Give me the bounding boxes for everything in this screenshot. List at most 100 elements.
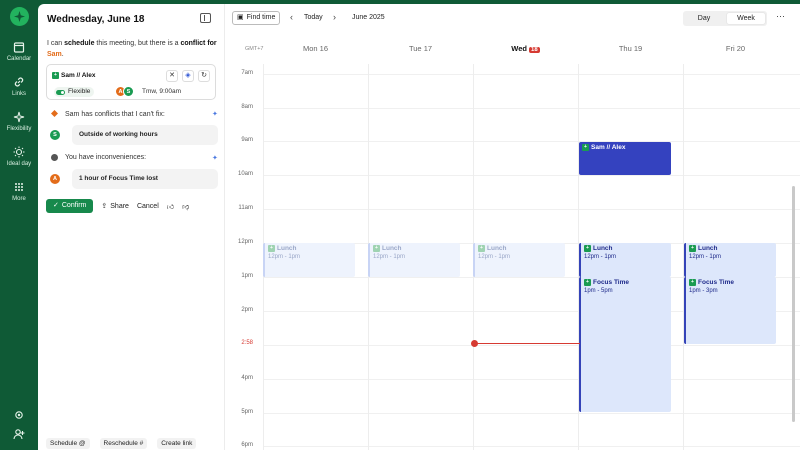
close-button[interactable]: ✕ — [166, 70, 178, 82]
rail-item-flexibility[interactable]: Flexibility — [0, 111, 38, 132]
rail-label-flexibility: Flexibility — [6, 126, 32, 132]
link-icon — [0, 76, 38, 89]
rail-item-more[interactable]: More — [0, 181, 38, 202]
sparkle-icon: ✦ — [212, 111, 218, 118]
settings-button[interactable] — [0, 409, 38, 423]
cancel-button[interactable]: Cancel — [137, 203, 159, 210]
hour-label: 12pm — [237, 239, 253, 245]
event-app-icon: + — [584, 245, 591, 252]
hour-label: 10am — [237, 171, 253, 177]
inconveniences-heading-text: You have inconveniences: — [65, 154, 147, 161]
event-app-icon: + — [373, 245, 380, 252]
day-header-wed[interactable]: Wed 18 — [473, 44, 578, 53]
intro-conflict: conflict — [180, 40, 206, 47]
prev-week-button[interactable]: ‹ — [290, 12, 293, 22]
day-header-fri[interactable]: Fri 20 — [683, 44, 788, 53]
event-app-icon: + — [478, 245, 485, 252]
hour-label: 9am — [241, 137, 253, 143]
event-lunch-tue[interactable]: + Lunch 12pm - 1pm — [368, 243, 460, 277]
intro-for: for — [205, 40, 217, 47]
day-name: Thu — [618, 44, 632, 53]
event-time: 12pm - 1pm — [268, 254, 301, 260]
next-week-button[interactable]: › — [333, 12, 336, 22]
create-link-shortcut[interactable]: Create link — [157, 438, 197, 449]
hour-label: 1pm — [241, 273, 253, 279]
day-header-mon[interactable]: Mon 16 — [263, 44, 368, 53]
refresh-button[interactable]: ↻ — [198, 70, 210, 82]
hour-label: 8am — [241, 104, 253, 110]
today-button[interactable]: Today — [304, 14, 323, 21]
grid-line — [263, 209, 800, 210]
chevron-left-icon: ‹ — [290, 12, 293, 22]
layers-button[interactable]: ◈ — [182, 70, 194, 82]
event-title: Lunch — [382, 245, 402, 252]
current-time-line — [474, 343, 580, 344]
collapse-panel-icon[interactable] — [200, 13, 211, 23]
current-month: June 2025 — [352, 14, 385, 21]
grid-line — [263, 379, 800, 380]
view-week-tab[interactable]: Week — [727, 13, 765, 24]
event-focus-time-thu[interactable]: + Focus Time 1pm - 5pm — [579, 277, 671, 412]
event-lunch-fri[interactable]: + Lunch 12pm - 1pm — [684, 243, 776, 277]
app-logo-icon[interactable] — [10, 7, 29, 26]
event-lunch-mon[interactable]: + Lunch 12pm - 1pm — [263, 243, 355, 277]
inconvenience-item[interactable]: A 1 hour of Focus Time lost — [50, 169, 220, 189]
event-title: Focus Time — [593, 279, 630, 286]
rail-item-ideal-day[interactable]: Ideal day — [0, 146, 38, 167]
grid-line — [263, 141, 800, 142]
reschedule-shortcut[interactable]: Reschedule # — [99, 438, 148, 449]
day-header-thu[interactable]: Thu 19 — [578, 44, 683, 53]
event-time: 12pm - 1pm — [584, 254, 617, 260]
avatar: S — [50, 130, 60, 140]
chevron-right-icon: › — [333, 12, 336, 22]
event-app-icon: + — [689, 279, 696, 286]
thumbs-down-button[interactable]: 👎︎ — [182, 202, 189, 211]
event-time[interactable]: Tmw, 9:00am — [142, 88, 181, 95]
confirm-button[interactable]: ✓ Confirm — [46, 199, 94, 213]
event-title: Lunch — [487, 245, 507, 252]
grid-line — [263, 345, 800, 346]
intro-end: . — [61, 51, 64, 58]
event-title: Focus Time — [698, 279, 735, 286]
dot-icon — [51, 154, 58, 161]
intro-text: I can — [47, 40, 65, 47]
more-options-button[interactable]: ⋯ — [776, 11, 785, 22]
schedule-shortcut[interactable]: Schedule @ — [46, 438, 90, 449]
layers-icon: ◈ — [185, 72, 191, 79]
event-card[interactable]: + Sam // Alex ✕ ◈ ↻ Flexible A S Tmw, 9:… — [46, 64, 216, 100]
thumbs-up-button[interactable]: 👍︎ — [167, 202, 174, 211]
day-name: Mon — [302, 44, 318, 53]
current-time-label: 2:58 — [241, 340, 253, 346]
calendar-view: ▣ Find time ‹ Today › June 2025 Day Week… — [224, 4, 800, 450]
share-button[interactable]: ⇪ Share — [101, 202, 129, 211]
hour-label: 4pm — [241, 375, 253, 381]
event-time: 1pm - 5pm — [584, 288, 613, 294]
event-time: 12pm - 1pm — [373, 254, 406, 260]
day-header-tue[interactable]: Tue 17 — [368, 44, 473, 53]
event-title: Lunch — [593, 245, 613, 252]
flexible-label: Flexible — [68, 88, 91, 95]
more-icon: ⋯ — [776, 11, 785, 21]
find-time-button[interactable]: ▣ Find time — [232, 11, 281, 25]
scheduling-panel: Wednesday, June 18 I can schedule this m… — [38, 4, 224, 450]
conflict-item[interactable]: S Outside of working hours — [50, 125, 220, 145]
inconvenience-text: 1 hour of Focus Time lost — [72, 169, 218, 189]
panel-footer: Schedule @ Reschedule # Create link — [46, 438, 197, 449]
view-day-tab[interactable]: Day — [685, 13, 723, 24]
event-sam-alex-proposed[interactable]: + Sam // Alex — [579, 142, 671, 175]
add-user-icon — [13, 429, 25, 442]
sparkle-icon: ✦ — [212, 155, 218, 162]
add-user-button[interactable] — [0, 428, 38, 442]
flexible-toggle[interactable]: Flexible — [54, 87, 95, 97]
calendar-scrollbar[interactable] — [792, 186, 795, 422]
event-focus-time-fri[interactable]: + Focus Time 1pm - 3pm — [684, 277, 776, 344]
calendar-icon — [0, 41, 38, 54]
event-lunch-thu[interactable]: + Lunch 12pm - 1pm — [579, 243, 671, 277]
calendar-toolbar: ▣ Find time ‹ Today › June 2025 Day Week… — [225, 4, 800, 32]
event-lunch-wed[interactable]: + Lunch 12pm - 1pm — [473, 243, 565, 277]
rail-item-links[interactable]: Links — [0, 76, 38, 97]
gear-icon — [13, 411, 25, 423]
panel-title: Wednesday, June 18 — [47, 14, 145, 25]
intro-text-2: this meeting, but there is a — [94, 40, 181, 47]
rail-item-calendar[interactable]: Calendar — [0, 41, 38, 62]
